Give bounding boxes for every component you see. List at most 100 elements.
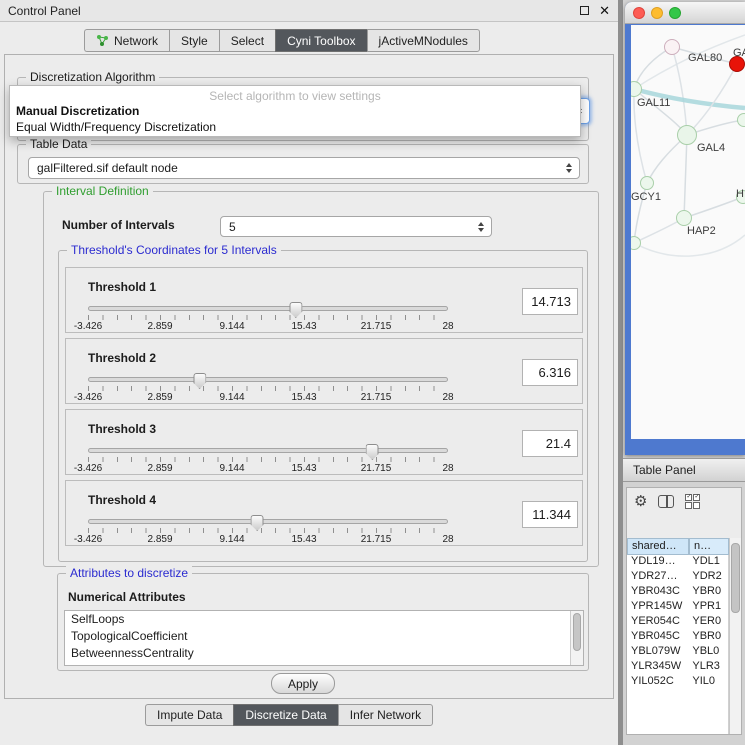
table-row[interactable]: YBR045CYBR0 <box>627 630 728 645</box>
table-cell[interactable]: YBL079W <box>627 645 688 660</box>
slider-track[interactable] <box>88 519 448 524</box>
column-header-shared-name[interactable]: shared… <box>627 538 689 555</box>
slider-scale-label: -3.426 <box>74 463 102 474</box>
table-cell[interactable]: YBR0 <box>688 630 728 645</box>
table-cell[interactable]: YIL052C <box>627 675 688 690</box>
scrollbar-thumb[interactable] <box>573 613 581 651</box>
close-traffic-light[interactable] <box>633 7 645 19</box>
scrollbar-thumb[interactable] <box>731 543 740 613</box>
network-node[interactable] <box>640 176 654 190</box>
table-cell[interactable]: YBL0 <box>688 645 728 660</box>
slider-track[interactable] <box>88 377 448 382</box>
table-cell[interactable]: YDL19… <box>627 555 688 570</box>
numerical-attributes-heading: Numerical Attributes <box>68 590 186 604</box>
table-row[interactable]: YIL052CYIL0 <box>627 675 728 690</box>
threshold-slider[interactable]: -3.4262.8599.14415.4321.71528 <box>88 373 448 403</box>
tab-infer-network[interactable]: Infer Network <box>338 704 433 726</box>
table-cell[interactable]: YIL0 <box>688 675 728 690</box>
table-row[interactable]: YLR345WYLR3 <box>627 660 728 675</box>
tab-label: Discretize Data <box>245 708 326 722</box>
network-node[interactable] <box>677 125 697 145</box>
gear-icon[interactable]: ⚙ <box>634 494 647 509</box>
table-row[interactable]: YBL079WYBL0 <box>627 645 728 660</box>
table-row[interactable]: YDL19…YDL1 <box>627 555 728 570</box>
table-cell[interactable]: YBR045C <box>627 630 688 645</box>
number-of-intervals-select[interactable]: 5 <box>220 216 492 237</box>
float-window-icon[interactable] <box>580 6 589 15</box>
table-cell[interactable]: YER0 <box>688 615 728 630</box>
table-cell[interactable]: YPR1 <box>688 600 728 615</box>
slider-scale-label: 2.859 <box>147 534 172 545</box>
list-item[interactable]: TopologicalCoefficient <box>65 628 583 645</box>
network-node[interactable] <box>737 113 745 127</box>
list-item[interactable]: BetweennessCentrality <box>65 645 583 662</box>
number-of-intervals-value: 5 <box>229 220 236 234</box>
minimize-traffic-light[interactable] <box>651 7 663 19</box>
checkbox-icon: ✓ <box>693 494 700 501</box>
threshold-row: Threshold 4 -3.4262.8599.14415.4321.7152… <box>65 480 583 546</box>
table-cell[interactable]: YLR345W <box>627 660 688 675</box>
zoom-traffic-light[interactable] <box>669 7 681 19</box>
threshold-slider[interactable]: -3.4262.8599.14415.4321.71528 <box>88 444 448 474</box>
threshold-label: Threshold 1 <box>88 280 156 294</box>
threshold-value-field[interactable]: 6.316 <box>522 359 578 386</box>
table-cell[interactable]: YBR043C <box>627 585 688 600</box>
slider-ticks <box>88 457 448 462</box>
table-cell[interactable]: YLR3 <box>688 660 728 675</box>
slider-scale-label: 15.43 <box>291 463 316 474</box>
tab-network[interactable]: Network <box>84 29 169 52</box>
tab-select[interactable]: Select <box>219 29 275 52</box>
select-columns-icon[interactable]: ✓ ✓ <box>685 494 700 509</box>
threshold-value-field[interactable]: 14.713 <box>522 288 578 315</box>
table-cell[interactable]: YDR27… <box>627 570 688 585</box>
list-scrollbar[interactable] <box>570 611 583 665</box>
right-dock: GAL80GAGAL11GAL4GCY1HAP2H Table Panel ⚙ … <box>623 0 745 745</box>
tab-impute-data[interactable]: Impute Data <box>145 704 233 726</box>
combo-stepper-icon <box>566 163 572 173</box>
slider-scale-label: 21.715 <box>361 392 392 403</box>
table-cell[interactable]: YDL1 <box>688 555 728 570</box>
table-row[interactable]: YDR27…YDR2 <box>627 570 728 585</box>
table-data-select[interactable]: galFiltered.sif default node <box>28 157 580 179</box>
table-cell[interactable]: YER054C <box>627 615 688 630</box>
table-cell[interactable]: YPR145W <box>627 600 688 615</box>
slider-ticks <box>88 386 448 391</box>
table-row[interactable]: YPR145WYPR1 <box>627 600 728 615</box>
slider-track[interactable] <box>88 448 448 453</box>
table-row[interactable]: YBR043CYBR0 <box>627 585 728 600</box>
group-label: Attributes to discretize <box>66 566 192 580</box>
network-node[interactable] <box>676 210 692 226</box>
tab-discretize-data[interactable]: Discretize Data <box>233 704 337 726</box>
tab-style[interactable]: Style <box>169 29 219 52</box>
slider-track[interactable] <box>88 306 448 311</box>
network-view-window: GAL80GAGAL11GAL4GCY1HAP2H <box>625 2 745 455</box>
network-canvas[interactable]: GAL80GAGAL11GAL4GCY1HAP2H <box>631 25 745 439</box>
list-item[interactable]: SelfLoops <box>65 611 583 628</box>
slider-scale-label: -3.426 <box>74 321 102 332</box>
threshold-value-field[interactable]: 21.4 <box>522 430 578 457</box>
apply-button[interactable]: Apply <box>271 673 335 694</box>
tab-jactivemnodules[interactable]: jActiveMNodules <box>367 29 480 52</box>
threshold-slider[interactable]: -3.4262.8599.14415.4321.71528 <box>88 515 448 545</box>
threshold-slider[interactable]: -3.4262.8599.14415.4321.71528 <box>88 302 448 332</box>
tab-cyni-toolbox[interactable]: Cyni Toolbox <box>275 29 366 52</box>
table-scrollbar[interactable] <box>729 538 741 734</box>
table-body: YDL19…YDL1YDR27…YDR2YBR043CYBR0YPR145WYP… <box>627 555 729 734</box>
table-row[interactable]: YER054CYER0 <box>627 615 728 630</box>
threshold-value-field[interactable]: 11.344 <box>522 501 578 528</box>
table-header-row: shared… n… <box>627 538 729 555</box>
column-header-name[interactable]: n… <box>689 538 729 555</box>
dropdown-option-equal-width[interactable]: Equal Width/Frequency Discretization <box>10 119 580 135</box>
network-node[interactable] <box>664 39 680 55</box>
table-panel: ⚙ ✓ ✓ shared… n… YDL19…YDL1YDR27…YDR2YBR… <box>626 487 742 735</box>
threshold-row: Threshold 2 -3.4262.8599.14415.4321.7152… <box>65 338 583 404</box>
slider-scale-label: 2.859 <box>147 463 172 474</box>
table-cell[interactable]: YDR2 <box>688 570 728 585</box>
slider-scale: -3.4262.8599.14415.4321.71528 <box>88 321 448 333</box>
table-panel-titlebar: Table Panel <box>623 458 745 482</box>
columns-icon[interactable] <box>658 495 674 508</box>
table-cell[interactable]: YBR0 <box>688 585 728 600</box>
thresholds-group: Threshold's Coordinates for 5 Intervals … <box>58 250 588 562</box>
dropdown-option-manual[interactable]: Manual Discretization <box>10 103 580 119</box>
close-icon[interactable]: ✕ <box>599 4 610 17</box>
